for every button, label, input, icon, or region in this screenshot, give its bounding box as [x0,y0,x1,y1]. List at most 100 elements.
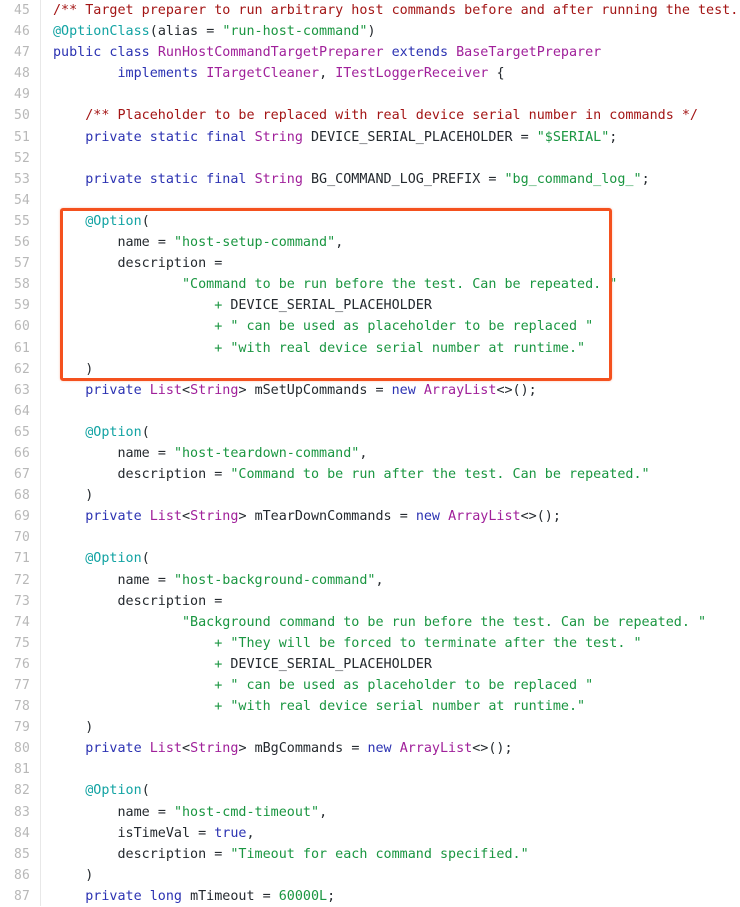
code-line[interactable]: 55 @Option( [0,211,740,232]
token-keyword: private [85,741,150,757]
token-keyword: private [85,382,150,398]
token-annotation: @Option [85,213,142,229]
line-code: name = "host-background-command", [53,570,384,591]
line-code: private static final String BG_COMMAND_L… [53,169,649,190]
code-line[interactable]: 51 private static final String DEVICE_SE… [0,127,740,148]
line-number: 60 [13,319,30,335]
token-punct: = [488,171,505,187]
token-plain: name [53,804,158,820]
line-number: 56 [13,235,30,251]
code-line[interactable]: 85 description = "Timeout for each comma… [0,844,740,865]
code-line[interactable]: 58 "Command to be run before the test. C… [0,274,740,295]
token-punct: , [375,572,384,588]
code-line[interactable]: 63 private List<String> mSetUpCommands =… [0,380,740,401]
code-line[interactable]: 68 ) [0,485,740,506]
code-line[interactable]: 49 [0,84,740,105]
line-number: 45 [13,3,30,18]
code-line[interactable]: 76 + DEVICE_SERIAL_PLACEHOLDER [0,654,740,675]
code-line[interactable]: 60 + " can be used as placeholder to be … [0,316,740,337]
code-line[interactable]: 66 name = "host-teardown-command", [0,443,740,464]
code-line[interactable]: 70 [0,527,740,548]
code-line[interactable]: 67 description = "Command to be run afte… [0,464,740,485]
code-line[interactable]: 84 isTimeVal = true, [0,823,740,844]
code-line[interactable]: 80 private List<String> mBgCommands = ne… [0,738,740,759]
token-plain: name [53,445,158,461]
code-line[interactable]: 81 [0,759,740,780]
code-line[interactable]: 48 implements ITargetCleaner, ITestLogge… [0,63,740,84]
token-string: "bg_command_log_" [504,171,642,187]
code-line[interactable]: 64 [0,401,740,422]
line-number: 55 [13,213,30,229]
token-punct: = [399,509,416,525]
token-punct: = [375,382,392,398]
token-string: + " can be used as placeholder to be rep… [214,678,594,693]
code-line[interactable]: 62 ) [0,359,740,380]
token-comment: /** Target preparer to run arbitrary hos… [53,3,740,18]
code-line[interactable]: 57 description = [0,253,740,274]
code-line[interactable]: 65 @Option( [0,422,740,443]
code-line[interactable]: 69 private List<String> mTearDownCommand… [0,506,740,527]
line-code: ) [53,717,93,738]
token-plain: name [53,572,158,588]
code-line[interactable]: 56 name = "host-setup-command", [0,232,740,253]
code-viewer[interactable]: 45 /** Target preparer to run arbitrary h… [0,0,740,906]
token-annotation: @Option [85,424,142,440]
token-punct: = [351,741,368,757]
code-line[interactable]: 46 @OptionClass(alias = "run-host-command… [0,21,740,42]
code-line-list: 45 /** Target preparer to run arbitrary h… [0,0,740,907]
token-string: + "with real device serial number at run… [214,699,586,715]
line-number: 52 [13,150,30,166]
token-type: List [149,509,182,525]
token-string: "Command to be run before the test. Can … [182,277,618,293]
line-number: 65 [13,424,30,440]
token-punct: ) [85,867,94,883]
code-line[interactable]: 74 "Background command to be run before … [0,612,740,633]
code-line[interactable]: 86 ) [0,865,740,886]
code-line[interactable]: 61 + "with real device serial number at … [0,338,740,359]
token-string: + "They will be forced to terminate afte… [214,635,642,651]
line-number: 73 [13,593,30,609]
code-line[interactable]: 53 private static final String BG_COMMAN… [0,169,740,190]
code-line[interactable]: 54 [0,190,740,211]
code-line[interactable]: 77 + " can be used as placeholder to be … [0,675,740,696]
token-type: RunHostCommandTargetPreparer [157,45,392,61]
code-line[interactable]: 50 /** Placeholder to be replaced with r… [0,105,740,126]
token-keyword: new [367,741,400,757]
code-line[interactable]: 82 @Option( [0,780,740,801]
line-number: 50 [13,108,30,124]
code-line[interactable]: 73 description = [0,591,740,612]
token-punct: < [182,509,191,525]
token-keyword: private long [85,888,191,904]
line-code: private List<String> mSetUpCommands = ne… [53,380,537,401]
code-line[interactable]: 83 name = "host-cmd-timeout", [0,802,740,823]
code-line[interactable]: 59 + DEVICE_SERIAL_PLACEHOLDER [0,295,740,316]
code-line[interactable]: 79 ) [0,717,740,738]
line-code: ) [53,865,93,886]
line-code: + DEVICE_SERIAL_PLACEHOLDER [53,654,432,675]
line-number: 62 [13,361,30,377]
line-code: + " can be used as placeholder to be rep… [53,316,593,337]
line-code: @Option( [53,422,150,443]
token-punct: , [319,66,336,82]
code-line[interactable]: 87 private long mTimeout = 60000L; [0,886,740,907]
code-line[interactable]: 45 /** Target preparer to run arbitrary h… [0,0,740,21]
code-line[interactable]: 75 + "They will be forced to terminate a… [0,633,740,654]
code-line[interactable]: 47 public class RunHostCommandTargetPrepa… [0,42,740,63]
line-number: 69 [13,509,30,525]
code-line[interactable]: 72 name = "host-background-command", [0,570,740,591]
code-line[interactable]: 78 + "with real device serial number at … [0,696,740,717]
token-punct: = [214,846,231,862]
code-line[interactable]: 52 [0,148,740,169]
token-annotation: @OptionClass [53,24,150,40]
line-number: 86 [13,867,30,883]
token-type: String [254,129,311,145]
line-code: @Option( [53,211,150,232]
code-line[interactable]: 71 @Option( [0,548,740,569]
